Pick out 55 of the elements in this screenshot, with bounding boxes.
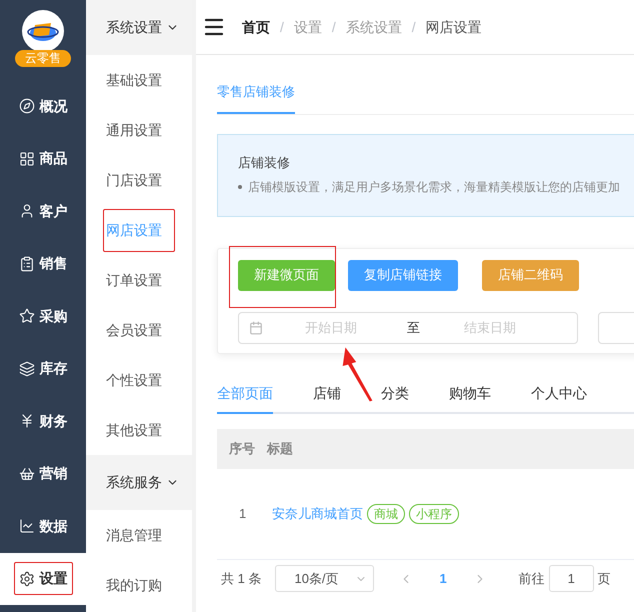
breadcrumb-item[interactable]: 首页 bbox=[242, 16, 270, 38]
page-size-select[interactable]: 10条/页 bbox=[275, 565, 374, 592]
nav-item[interactable]: 数据 bbox=[14, 510, 72, 543]
nav-item[interactable]: 库存 bbox=[14, 352, 72, 386]
basket-icon bbox=[18, 466, 34, 482]
filter-tab[interactable]: 购物车 bbox=[449, 382, 491, 414]
column-header: 序号 bbox=[229, 440, 255, 458]
notice-title: 店铺装修 bbox=[238, 154, 291, 172]
tag: 商城 bbox=[367, 504, 405, 524]
goto-page-field[interactable]: 1 bbox=[548, 565, 594, 592]
filter-tab[interactable]: 个人中心 bbox=[531, 382, 587, 414]
filter-tab[interactable]: 店铺 bbox=[313, 382, 341, 414]
submenu-group[interactable]: 系统设置 bbox=[86, 0, 192, 55]
total-count: 共 1 条 bbox=[221, 570, 262, 588]
submenu-item[interactable]: 消息管理 bbox=[103, 514, 165, 556]
star-icon bbox=[18, 308, 34, 324]
page-suffix: 页 bbox=[598, 570, 611, 588]
nav-item[interactable]: 采购 bbox=[14, 300, 72, 333]
submenu-item[interactable]: 基础设置 bbox=[103, 58, 165, 102]
submenu-group[interactable]: 系统服务 bbox=[86, 455, 192, 510]
nav-item[interactable]: 概况 bbox=[14, 90, 72, 123]
settings-icon bbox=[18, 570, 34, 587]
column-header: 标题 bbox=[267, 440, 293, 458]
breadcrumb-separator: / bbox=[280, 18, 284, 36]
submenu-item[interactable]: 门店设置 bbox=[103, 158, 165, 202]
clipboard-icon bbox=[18, 256, 34, 272]
breadcrumb-item: 网店设置 bbox=[426, 18, 482, 36]
breadcrumb-separator: / bbox=[412, 18, 416, 36]
notice-text: 店铺模版设置，满足用户多场景化需求，海量精美模版让您的店铺更加 bbox=[248, 179, 620, 196]
logo-badge: 云零售 bbox=[15, 50, 71, 67]
submenu-item[interactable]: 会员设置 bbox=[103, 308, 165, 352]
nav-item[interactable]: 财务 bbox=[14, 404, 72, 438]
goto-label: 前往 bbox=[518, 570, 545, 588]
row-index: 1 bbox=[238, 504, 248, 523]
bullet-icon bbox=[238, 185, 242, 189]
breadcrumb-separator: / bbox=[332, 18, 336, 36]
nav-item[interactable]: 销售 bbox=[14, 247, 72, 280]
submenu-item[interactable]: 其他设置 bbox=[103, 408, 165, 452]
calendar-icon bbox=[249, 320, 263, 334]
range-separator: 至 bbox=[407, 318, 420, 337]
line-chart-icon bbox=[18, 518, 34, 534]
grid-icon bbox=[18, 150, 34, 167]
submenu-item[interactable]: 我的订购 bbox=[103, 564, 165, 606]
filter-tab[interactable]: 分类 bbox=[381, 382, 409, 414]
layers-icon bbox=[18, 360, 34, 377]
nav-item[interactable]: 设置 bbox=[14, 562, 72, 596]
nav-item[interactable]: 营销 bbox=[14, 457, 72, 490]
submenu-item[interactable]: 订单设置 bbox=[103, 258, 165, 302]
nav-item[interactable]: 客户 bbox=[14, 194, 72, 228]
logo-icon bbox=[22, 10, 64, 52]
tag: 小程序 bbox=[409, 504, 459, 524]
compass-icon bbox=[18, 98, 34, 114]
submenu-item[interactable]: 个性设置 bbox=[103, 358, 165, 402]
submenu-item[interactable]: 通用设置 bbox=[103, 108, 165, 152]
nav-item[interactable]: 商品 bbox=[14, 142, 72, 176]
